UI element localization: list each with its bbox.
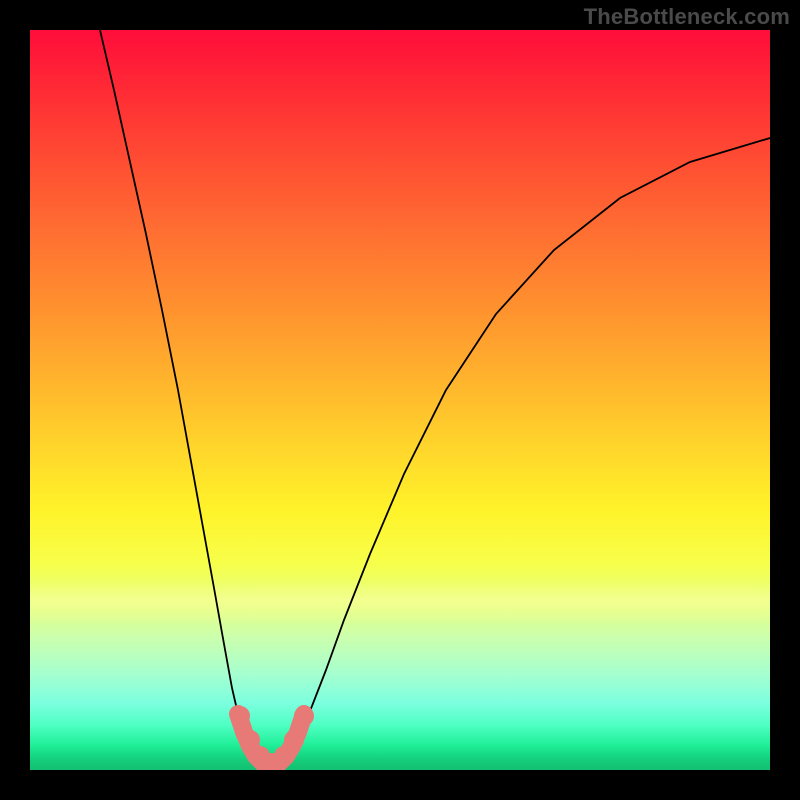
figure-root: TheBottleneck.com — [0, 0, 800, 800]
attribution-text: TheBottleneck.com — [584, 4, 790, 30]
left-branch-path — [100, 30, 248, 744]
valley-dot — [230, 706, 250, 726]
plot-area — [30, 30, 770, 770]
valley-dots-group — [230, 706, 314, 770]
valley-dot — [284, 730, 304, 750]
valley-dot — [294, 706, 314, 726]
right-branch-path — [295, 138, 770, 744]
curve-layer — [30, 30, 770, 770]
